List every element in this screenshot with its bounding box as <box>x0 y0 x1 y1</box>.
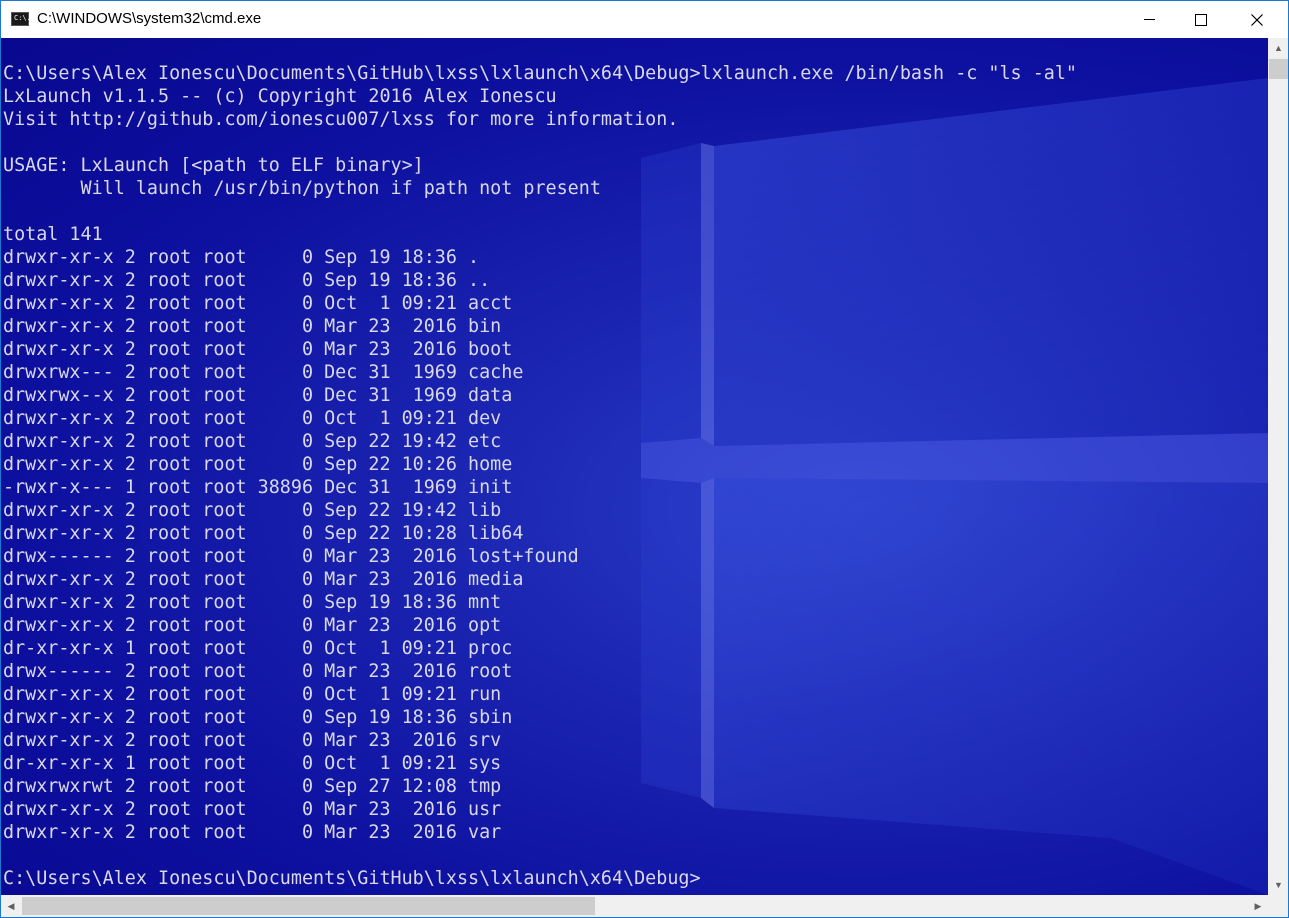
minimize-icon <box>1143 19 1155 20</box>
console-line: dr-xr-xr-x 1 root root 0 Oct 1 09:21 pro… <box>3 638 513 659</box>
console-line: drwxr-xr-x 2 root root 0 Sep 19 18:36 .. <box>3 270 491 291</box>
console-line: drwxr-xr-x 2 root root 0 Sep 22 19:42 et… <box>3 431 502 452</box>
console-line: drwxrwxrwt 2 root root 0 Sep 27 12:08 tm… <box>3 776 502 797</box>
horizontal-scroll-thumb[interactable] <box>22 897 595 915</box>
console-line: Visit http://github.com/ionescu007/lxss … <box>3 109 679 130</box>
console-line: drwxr-xr-x 2 root root 0 Sep 22 10:26 ho… <box>3 454 513 475</box>
console-line: dr-xr-xr-x 1 root root 0 Oct 1 09:21 sys <box>3 753 502 774</box>
console-line: drwxrwx--x 2 root root 0 Dec 31 1969 dat… <box>3 385 513 406</box>
console-line: drwxr-xr-x 2 root root 0 Oct 1 09:21 acc… <box>3 293 513 314</box>
console-line: drwxr-xr-x 2 root root 0 Mar 23 2016 usr <box>3 799 502 820</box>
console-line: drwx------ 2 root root 0 Mar 23 2016 los… <box>3 546 579 567</box>
console-line: drwxr-xr-x 2 root root 0 Mar 23 2016 srv <box>3 730 502 751</box>
close-button[interactable] <box>1234 1 1280 38</box>
console-line: Will launch /usr/bin/python if path not … <box>3 178 601 199</box>
vertical-scroll-thumb[interactable] <box>1269 59 1288 79</box>
vertical-scrollbar[interactable]: ▲ ▼ <box>1268 38 1288 895</box>
console-line: drwxr-xr-x 2 root root 0 Mar 23 2016 var <box>3 822 502 843</box>
console-line: USAGE: LxLaunch [<path to ELF binary>] <box>3 155 424 176</box>
console-line: drwx------ 2 root root 0 Mar 23 2016 roo… <box>3 661 513 682</box>
console-line: drwxr-xr-x 2 root root 0 Mar 23 2016 opt <box>3 615 502 636</box>
console-line: drwxrwx--- 2 root root 0 Dec 31 1969 cac… <box>3 362 524 383</box>
console-line: total 141 <box>3 224 103 245</box>
console-line: drwxr-xr-x 2 root root 0 Mar 23 2016 bin <box>3 316 502 337</box>
console-line: drwxr-xr-x 2 root root 0 Sep 22 19:42 li… <box>3 500 502 521</box>
window-title: C:\WINDOWS\system32\cmd.exe <box>37 10 262 27</box>
console-line: drwxr-xr-x 2 root root 0 Sep 22 10:28 li… <box>3 523 524 544</box>
close-icon <box>1251 13 1263 26</box>
console-line: drwxr-xr-x 2 root root 0 Mar 23 2016 boo… <box>3 339 513 360</box>
console-line: C:\Users\Alex Ionescu\Documents\GitHub\l… <box>3 868 701 889</box>
console-line: drwxr-xr-x 2 root root 0 Oct 1 09:21 dev <box>3 408 502 429</box>
console-output-area[interactable]: C:\Users\Alex Ionescu\Documents\GitHub\l… <box>1 38 1268 895</box>
console-line: LxLaunch v1.1.5 -- (c) Copyright 2016 Al… <box>3 86 557 107</box>
scroll-down-arrow-icon[interactable]: ▼ <box>1268 875 1288 895</box>
console-text: C:\Users\Alex Ionescu\Documents\GitHub\l… <box>3 62 1077 890</box>
console-line: C:\Users\Alex Ionescu\Documents\GitHub\l… <box>3 63 1077 84</box>
console-line: drwxr-xr-x 2 root root 0 Oct 1 09:21 run <box>3 684 502 705</box>
minimize-button[interactable] <box>1126 1 1172 38</box>
console-line: -rwxr-x--- 1 root root 38896 Dec 31 1969… <box>3 477 513 498</box>
console-line: drwxr-xr-x 2 root root 0 Sep 19 18:36 . <box>3 247 480 268</box>
scrollbar-corner <box>1268 895 1288 917</box>
scroll-left-arrow-icon[interactable]: ◀ <box>1 895 21 917</box>
cmd-window: C:\. C:\WINDOWS\system32\cmd.exe C:\User… <box>0 0 1289 918</box>
scroll-right-arrow-icon[interactable]: ▶ <box>1248 895 1268 917</box>
maximize-icon <box>1195 13 1207 26</box>
horizontal-scrollbar[interactable]: ◀ ▶ <box>1 895 1268 917</box>
maximize-button[interactable] <box>1178 1 1224 38</box>
cmd-icon-label: C:\. <box>14 14 31 22</box>
console-line: drwxr-xr-x 2 root root 0 Sep 19 18:36 mn… <box>3 592 502 613</box>
scroll-up-arrow-icon[interactable]: ▲ <box>1268 38 1288 58</box>
cmd-icon[interactable]: C:\. <box>11 12 31 26</box>
console-line: drwxr-xr-x 2 root root 0 Sep 19 18:36 sb… <box>3 707 513 728</box>
console-line: drwxr-xr-x 2 root root 0 Mar 23 2016 med… <box>3 569 524 590</box>
title-bar[interactable]: C:\. C:\WINDOWS\system32\cmd.exe <box>1 1 1288 38</box>
